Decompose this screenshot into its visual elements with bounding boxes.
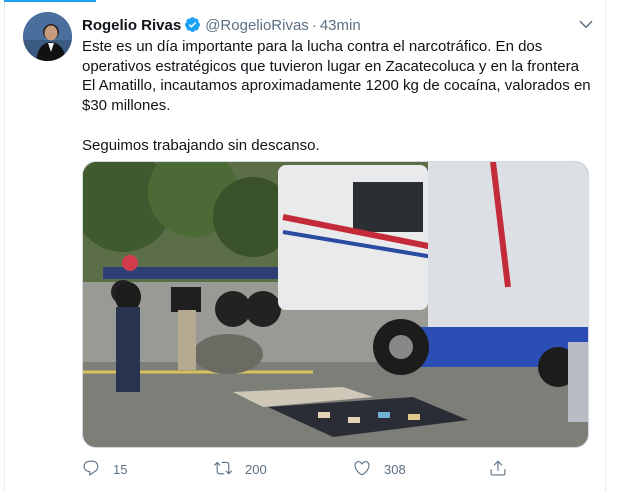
tweet-photo[interactable] xyxy=(82,161,589,448)
share-button[interactable] xyxy=(489,458,507,480)
reply-icon xyxy=(82,459,100,480)
heart-icon xyxy=(353,459,371,480)
chevron-down-icon[interactable] xyxy=(577,15,595,33)
active-tab-indicator xyxy=(4,0,96,2)
author-handle[interactable]: @RogelioRivas xyxy=(205,17,309,34)
reply-count: 15 xyxy=(113,461,128,477)
timestamp[interactable]: 43min xyxy=(320,17,361,34)
reply-button[interactable]: 15 xyxy=(82,458,127,480)
tweet-actions: 15 200 308 xyxy=(82,458,562,480)
avatar[interactable] xyxy=(23,12,72,61)
like-button[interactable]: 308 xyxy=(353,458,406,480)
like-count: 308 xyxy=(384,461,406,477)
tweet-text: Este es un día importante para la lucha … xyxy=(82,38,591,154)
retweet-button[interactable]: 200 xyxy=(214,458,267,480)
photo-image xyxy=(83,162,588,447)
avatar-image xyxy=(23,12,72,61)
retweet-icon xyxy=(214,459,232,480)
tweet-header: Rogelio Rivas @RogelioRivas · 43min xyxy=(82,16,361,37)
separator-dot: · xyxy=(311,17,317,34)
share-icon xyxy=(489,459,507,480)
retweet-count: 200 xyxy=(245,461,267,477)
verified-badge-icon xyxy=(184,16,201,37)
author-name[interactable]: Rogelio Rivas xyxy=(82,17,181,34)
